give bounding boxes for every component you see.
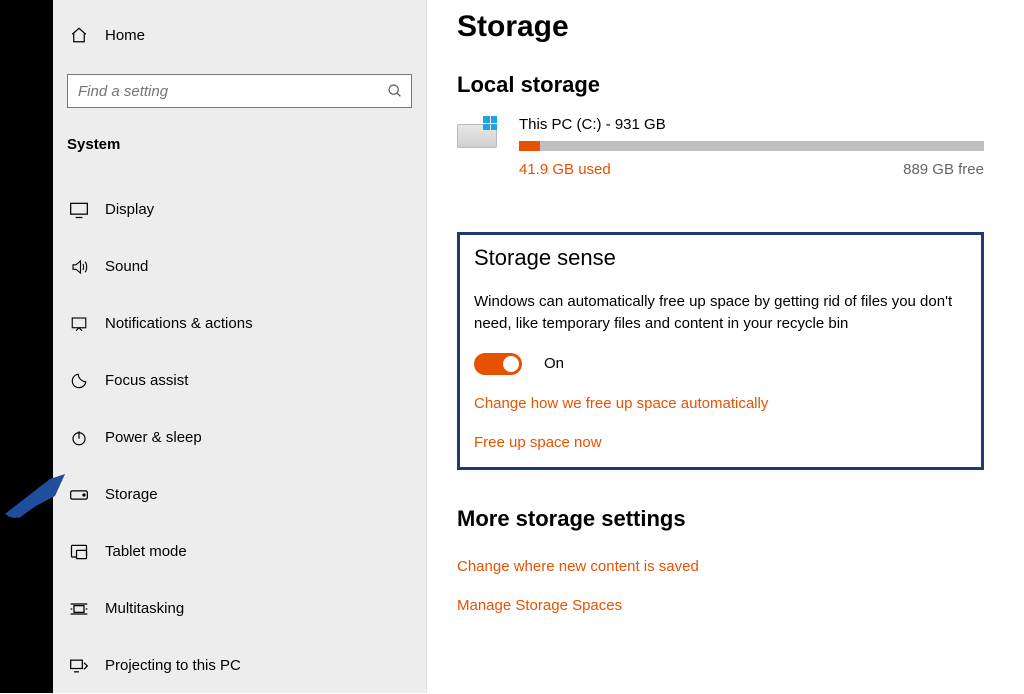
storage-sense-description: Windows can automatically free up space … bbox=[474, 291, 967, 335]
notifications-icon bbox=[67, 315, 91, 333]
sidebar-section-label: System bbox=[53, 108, 426, 163]
display-icon bbox=[67, 201, 91, 219]
sidebar-item-storage[interactable]: Storage bbox=[53, 466, 426, 523]
sidebar-item-notifications[interactable]: Notifications & actions bbox=[53, 295, 426, 352]
storage-icon bbox=[67, 488, 91, 502]
more-settings-heading: More storage settings bbox=[457, 506, 984, 532]
toggle-state-label: On bbox=[544, 355, 564, 372]
sidebar-item-focus-assist[interactable]: Focus assist bbox=[53, 352, 426, 409]
search-icon bbox=[379, 83, 411, 99]
local-storage-heading: Local storage bbox=[457, 72, 984, 98]
home-nav[interactable]: Home bbox=[53, 18, 426, 52]
sound-icon bbox=[67, 258, 91, 276]
storage-sense-toggle[interactable] bbox=[474, 353, 522, 375]
main-content: Storage Local storage This PC (C:) - 931… bbox=[427, 0, 1024, 693]
disk-usage-bar bbox=[519, 141, 984, 151]
sidebar-item-projecting[interactable]: Projecting to this PC bbox=[53, 637, 426, 694]
storage-sense-section: Storage sense Windows can automatically … bbox=[457, 232, 984, 470]
page-title: Storage bbox=[457, 10, 984, 44]
link-change-auto-free[interactable]: Change how we free up space automaticall… bbox=[474, 395, 768, 412]
disk-free-label: 889 GB free bbox=[903, 161, 984, 178]
disk-name: This PC (C:) - 931 GB bbox=[519, 116, 984, 133]
sidebar-item-power-sleep[interactable]: Power & sleep bbox=[53, 409, 426, 466]
sidebar-item-label: Projecting to this PC bbox=[105, 657, 241, 674]
focus-assist-icon bbox=[67, 372, 91, 390]
sidebar-item-multitasking[interactable]: Multitasking bbox=[53, 580, 426, 637]
sidebar-item-sound[interactable]: Sound bbox=[53, 238, 426, 295]
link-free-up-now[interactable]: Free up space now bbox=[474, 434, 602, 451]
sidebar-item-label: Sound bbox=[105, 258, 148, 275]
drive-icon bbox=[457, 116, 505, 152]
search-input[interactable] bbox=[68, 83, 379, 100]
sidebar-item-label: Storage bbox=[105, 486, 158, 503]
sidebar-item-label: Multitasking bbox=[105, 600, 184, 617]
sidebar-item-label: Power & sleep bbox=[105, 429, 202, 446]
tablet-icon bbox=[67, 543, 91, 561]
storage-sense-heading: Storage sense bbox=[474, 245, 967, 271]
projecting-icon bbox=[67, 657, 91, 675]
power-icon bbox=[67, 429, 91, 447]
home-label: Home bbox=[105, 27, 145, 44]
link-change-content-location[interactable]: Change where new content is saved bbox=[457, 558, 699, 575]
settings-sidebar: Home System Display bbox=[53, 0, 427, 693]
home-icon bbox=[67, 26, 91, 44]
link-manage-storage-spaces[interactable]: Manage Storage Spaces bbox=[457, 597, 622, 614]
disk-used-label: 41.9 GB used bbox=[519, 161, 611, 178]
sidebar-item-display[interactable]: Display bbox=[53, 181, 426, 238]
search-box[interactable] bbox=[67, 74, 412, 108]
sidebar-item-label: Display bbox=[105, 201, 154, 218]
sidebar-item-label: Notifications & actions bbox=[105, 315, 253, 332]
sidebar-item-tablet-mode[interactable]: Tablet mode bbox=[53, 523, 426, 580]
disk-row[interactable]: This PC (C:) - 931 GB 41.9 GB used 889 G… bbox=[457, 116, 984, 178]
window-left-bar bbox=[0, 0, 53, 693]
sidebar-item-label: Tablet mode bbox=[105, 543, 187, 560]
multitasking-icon bbox=[67, 600, 91, 618]
sidebar-item-label: Focus assist bbox=[105, 372, 188, 389]
